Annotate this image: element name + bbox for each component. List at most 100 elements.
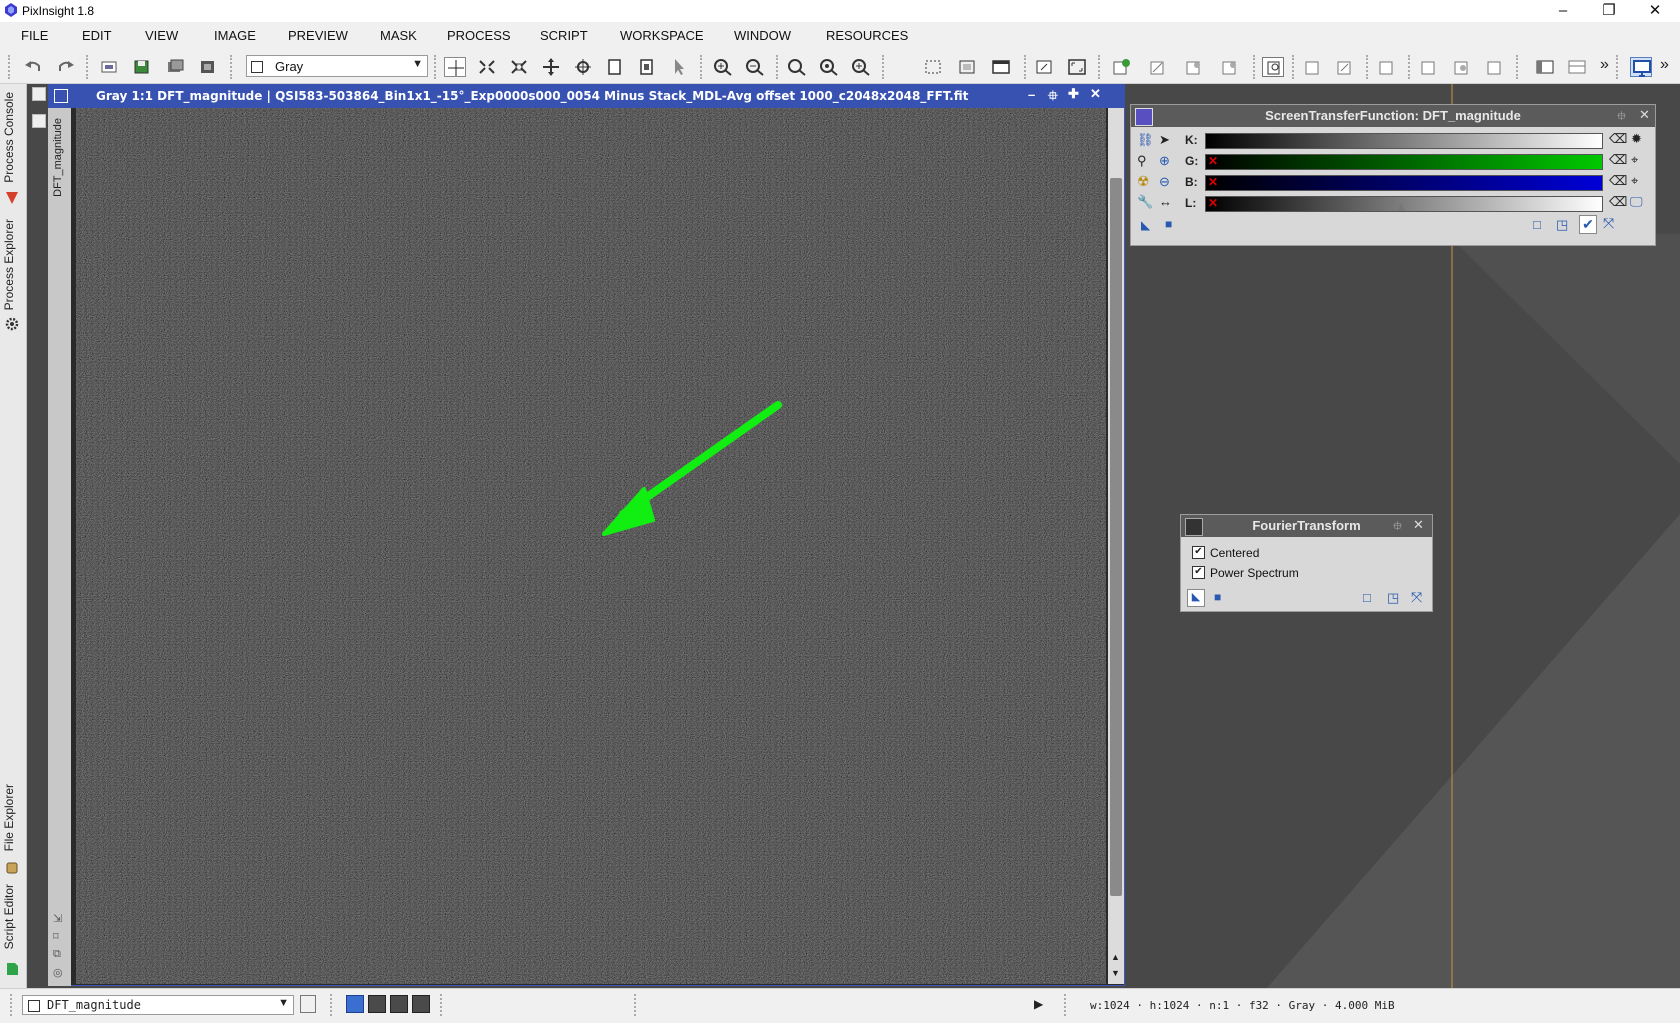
menu-workspace[interactable]: WORKSPACE xyxy=(620,28,704,43)
wrench-icon[interactable]: 🔧 xyxy=(1137,194,1153,210)
copy-icon[interactable]: ⧉ xyxy=(53,948,61,961)
script-icon-3[interactable] xyxy=(1484,57,1506,77)
script-icon-2[interactable] xyxy=(1451,57,1473,77)
explorer-icon[interactable] xyxy=(1534,57,1556,77)
tab-process-explorer[interactable]: Process Explorer xyxy=(2,219,24,310)
display-green-icon[interactable] xyxy=(390,995,408,1013)
display-blue-icon[interactable] xyxy=(412,995,430,1013)
reset-icon[interactable]: ⌫ xyxy=(1609,152,1627,168)
image-window-titlebar[interactable]: Gray 1:1 DFT_magnitude | QSI583-503864_B… xyxy=(48,84,1125,108)
anchor-icon[interactable]: ⇲ xyxy=(53,912,62,925)
reset-all-icon[interactable]: ⤧ xyxy=(1603,215,1614,232)
layout-icon[interactable] xyxy=(1566,57,1588,77)
view-selector[interactable]: DFT_magnitude ▼ xyxy=(22,995,294,1015)
link-icon[interactable]: ⛓ xyxy=(1137,132,1154,148)
tab-process-console[interactable]: Process Console xyxy=(2,92,24,183)
move-icon[interactable] xyxy=(572,57,594,77)
apply-global-icon[interactable]: ■ xyxy=(1214,590,1221,604)
centered-checkbox[interactable]: ✔ xyxy=(1192,546,1205,559)
apply-icon[interactable]: ✔ xyxy=(1579,215,1597,234)
minimize-button[interactable]: – xyxy=(1540,0,1586,22)
menu-view[interactable]: VIEW xyxy=(145,28,178,43)
stf-g-slider[interactable]: ✕ xyxy=(1205,154,1603,170)
fit-view-icon[interactable] xyxy=(922,57,944,77)
pointer-icon[interactable] xyxy=(668,57,690,77)
script-icon-1[interactable] xyxy=(1418,57,1440,77)
stf-panel-title[interactable]: ScreenTransferFunction: DFT_magnitude xyxy=(1131,105,1655,127)
redo-icon[interactable] xyxy=(55,57,77,77)
fourier-process-icon[interactable] xyxy=(1185,518,1203,536)
restore-button[interactable]: ❐ xyxy=(1586,0,1632,22)
close-image-icon[interactable] xyxy=(197,57,219,77)
view-explorer-icon[interactable] xyxy=(300,995,316,1013)
auto-stretch-icon[interactable]: ✹ xyxy=(1631,131,1642,147)
colorspace-select[interactable]: Gray ▼ xyxy=(246,55,428,77)
close-window-button[interactable]: ✕ xyxy=(1632,0,1678,22)
maximize-window-icon[interactable]: ✚ xyxy=(1068,86,1079,102)
edit-preview-icon[interactable] xyxy=(636,57,658,77)
menu-mask[interactable]: MASK xyxy=(380,28,417,43)
menu-preview[interactable]: PREVIEW xyxy=(288,28,348,43)
collapse-window-icon[interactable]: ⯐ xyxy=(1048,87,1058,109)
mask-icon-1[interactable] xyxy=(1302,57,1324,77)
close-panel-icon[interactable]: ✕ xyxy=(1639,107,1650,123)
new-instance-icon[interactable]: ◣ xyxy=(1141,218,1150,232)
reset-view-icon[interactable] xyxy=(1033,57,1055,77)
undo-icon[interactable] xyxy=(22,57,44,77)
process-icon-4[interactable] xyxy=(1219,57,1241,77)
pointer-icon[interactable]: ➤ xyxy=(1159,132,1170,148)
scroll-up-icon[interactable]: ▲ xyxy=(1111,952,1120,962)
zoom-in-icon[interactable]: ⊕ xyxy=(1159,153,1170,169)
stf-k-slider[interactable] xyxy=(1205,133,1603,149)
target-icon[interactable]: ◎ xyxy=(53,966,63,979)
maximize-view-icon[interactable] xyxy=(1066,57,1088,77)
zoom-in-icon[interactable] xyxy=(712,57,734,77)
readout-mode-icon[interactable] xyxy=(444,57,466,77)
image-vertical-scrollbar[interactable]: ▲ ▼ xyxy=(1108,108,1124,984)
menu-file[interactable]: FILE xyxy=(21,28,48,43)
shade-panel-icon[interactable]: ⯐ xyxy=(1393,517,1402,538)
stf-l-slider[interactable]: ✕ xyxy=(1205,196,1603,212)
menu-window[interactable]: WINDOW xyxy=(734,28,791,43)
iconized-window-icon[interactable] xyxy=(32,114,46,128)
resize-icon[interactable]: ⌑ xyxy=(53,930,59,943)
menu-image[interactable]: IMAGE xyxy=(214,28,256,43)
display-rgb-icon[interactable] xyxy=(346,995,364,1013)
power-spectrum-checkbox[interactable]: ✔ xyxy=(1192,566,1205,579)
reset-icon[interactable]: ⌫ xyxy=(1609,131,1627,147)
mask-icon-2[interactable] xyxy=(1334,57,1356,77)
scrollbar-thumb[interactable] xyxy=(1110,178,1122,896)
scroll-down-icon[interactable]: ▼ xyxy=(1111,968,1120,978)
zoom-fit-icon[interactable] xyxy=(476,57,498,77)
stf-b-slider[interactable]: ✕ xyxy=(1205,175,1603,191)
zoom-1-1-icon[interactable] xyxy=(786,57,808,77)
zoom-out-icon[interactable] xyxy=(744,57,766,77)
pan-icon[interactable] xyxy=(540,57,562,77)
menu-process[interactable]: PROCESS xyxy=(447,28,511,43)
report-icon[interactable]: ◳ xyxy=(1556,217,1568,233)
image-canvas[interactable] xyxy=(76,108,1106,984)
crosshair-icon[interactable]: ⌖ xyxy=(1631,152,1638,168)
view-id-tab[interactable]: DFT_magnitude xyxy=(52,118,64,197)
zoom-1-2-icon[interactable] xyxy=(850,57,872,77)
reset-icon[interactable]: ⌫ xyxy=(1609,194,1627,210)
menu-script[interactable]: SCRIPT xyxy=(540,28,588,43)
crosshair-icon[interactable]: ⌖ xyxy=(1631,173,1638,189)
zoom-2-1-icon[interactable] xyxy=(818,57,840,77)
display-red-icon[interactable] xyxy=(368,995,386,1013)
horizontal-arrows-icon[interactable]: ↔ xyxy=(1159,194,1172,209)
browse-doc-icon[interactable]: □ xyxy=(1533,217,1541,232)
report-icon[interactable]: ◳ xyxy=(1387,590,1399,606)
monitor-icon[interactable] xyxy=(1630,57,1652,77)
shade-panel-icon[interactable]: ⯐ xyxy=(1617,107,1626,128)
close-image-window-icon[interactable]: ✕ xyxy=(1090,86,1101,102)
close-panel-icon[interactable]: ✕ xyxy=(1413,517,1424,533)
toolbar-overflow-button[interactable]: » xyxy=(1600,56,1609,74)
save-image-icon[interactable] xyxy=(131,57,153,77)
new-preview-icon[interactable] xyxy=(604,57,626,77)
duplicate-image-icon[interactable] xyxy=(164,57,186,77)
apply-global-icon[interactable]: ■ xyxy=(1165,217,1172,231)
open-image-icon[interactable] xyxy=(98,57,120,77)
radiation-icon[interactable]: ☢ xyxy=(1137,173,1150,190)
play-icon[interactable]: ▶ xyxy=(1034,997,1043,1011)
